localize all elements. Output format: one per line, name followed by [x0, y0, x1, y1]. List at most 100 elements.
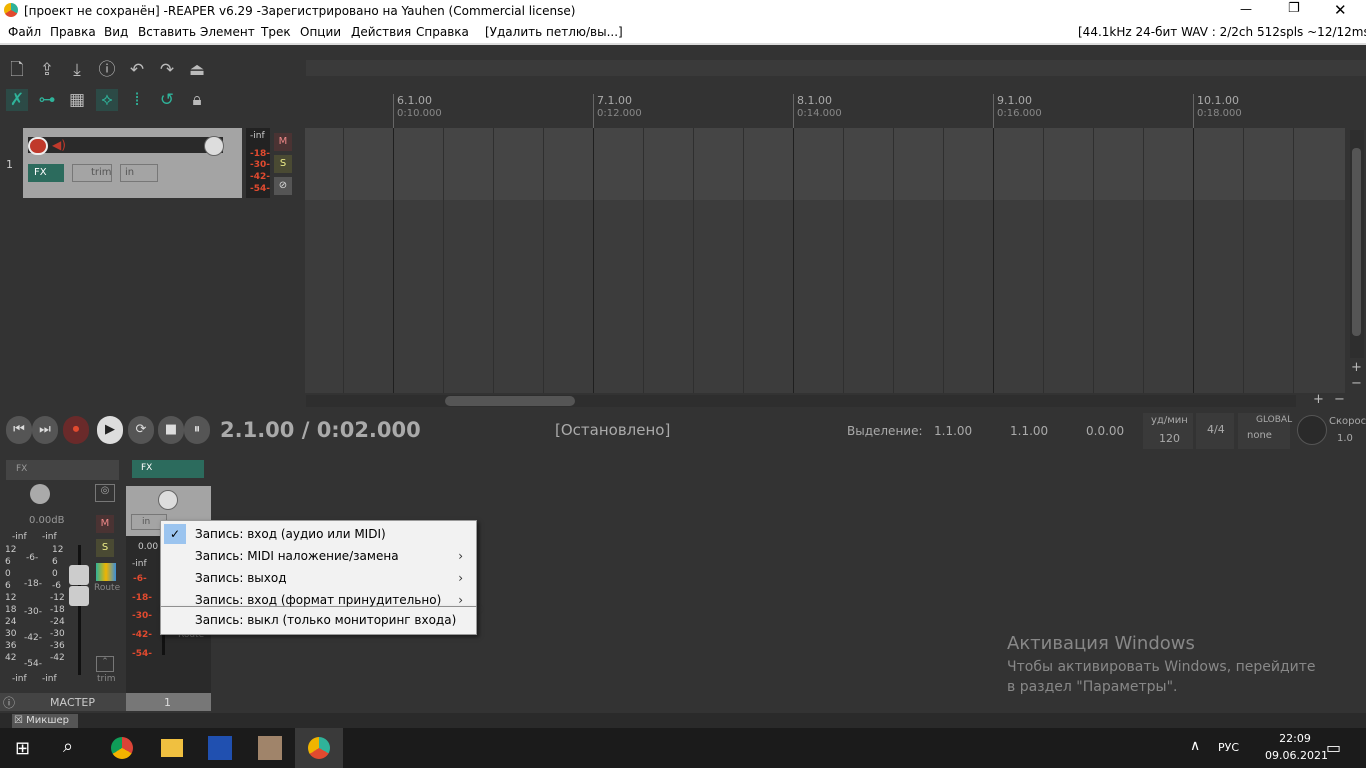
language-indicator[interactable]: РУС — [1218, 741, 1239, 754]
meter-mark: -30- — [132, 611, 152, 621]
master-mute-button[interactable]: M — [96, 515, 114, 533]
clock-time[interactable]: 22:09 — [1265, 732, 1325, 745]
menu-item-record-midi-overdub[interactable]: Запись: MIDI наложение/замена › — [162, 545, 475, 567]
menu-help[interactable]: Справка — [416, 25, 469, 39]
clock-date[interactable]: 09.06.2021 — [1265, 749, 1328, 762]
minimize-button[interactable]: — — [1240, 2, 1252, 16]
go-to-start-button[interactable]: ⏮ — [6, 416, 32, 444]
project-info-icon[interactable]: ⓘ — [96, 59, 118, 81]
master-pan-knob[interactable] — [30, 484, 50, 504]
redo-icon[interactable]: ↷ — [156, 59, 178, 81]
audio-status[interactable]: [44.1kHz 24-бит WAV : 2/2ch 512spls ~12/… — [1078, 25, 1366, 39]
close-button[interactable]: ✕ — [1334, 1, 1347, 19]
mixer-tab[interactable]: ☒ Микшер — [12, 714, 78, 728]
master-fader-handle[interactable] — [69, 565, 89, 585]
control-panel-icon[interactable] — [258, 736, 282, 760]
lock-icon[interactable]: 🔒︎ — [186, 89, 208, 111]
master-info-icon[interactable]: ⓘ — [3, 694, 15, 711]
tray-arrow-icon[interactable]: ∧ — [1190, 738, 1200, 754]
vertical-scroll-thumb[interactable] — [1352, 148, 1361, 336]
notifications-icon[interactable]: ▭ — [1326, 738, 1341, 757]
windows-start-icon[interactable]: ⊞ — [15, 738, 30, 759]
item-grouping-icon[interactable]: ⟡ — [96, 89, 118, 111]
master-volume[interactable]: 0.00dB — [29, 515, 64, 526]
menu-options[interactable]: Опции — [300, 25, 341, 39]
master-route-icon[interactable] — [96, 563, 116, 581]
ruler-time-label: 0:18.000 — [1197, 108, 1242, 119]
position-display[interactable]: 2.1.00 / 0:02.000 — [220, 418, 421, 442]
master-route-button[interactable]: Route — [94, 583, 120, 593]
menu-file[interactable]: Файл — [8, 25, 41, 39]
track-lane[interactable] — [305, 128, 1345, 200]
menu-item-record-output[interactable]: Запись: выход › — [162, 567, 475, 589]
meter-mark: -18- — [132, 593, 152, 603]
link-icon[interactable]: ⊶ — [36, 89, 58, 111]
track1-volume[interactable]: 0.00 — [138, 542, 158, 552]
save-app-icon[interactable] — [208, 736, 232, 760]
master-trim-button[interactable]: trim — [97, 674, 116, 684]
chrome-icon[interactable] — [111, 737, 133, 759]
track-solo-button[interactable]: S — [274, 155, 292, 173]
menu-insert[interactable]: Вставить — [138, 25, 196, 39]
file-explorer-icon[interactable] — [161, 739, 183, 757]
menu-item-record-input[interactable]: ✓ Запись: вход (аудио или MIDI) — [162, 523, 475, 545]
phase-invert-icon[interactable]: ⊘ — [274, 177, 292, 195]
menu-track[interactable]: Трек — [261, 25, 291, 39]
playrate-knob[interactable] — [1297, 415, 1327, 445]
bpm-value[interactable]: 120 — [1159, 432, 1180, 445]
maximize-button[interactable]: ❐ — [1288, 1, 1300, 16]
track-mute-button[interactable]: M — [274, 133, 292, 151]
horizontal-scroll-thumb[interactable] — [445, 396, 575, 406]
undo-icon[interactable]: ↶ — [126, 59, 148, 81]
track-fx-button[interactable]: FX — [28, 164, 64, 182]
zoom-in-vertical-icon[interactable]: + — [1351, 360, 1362, 375]
search-icon[interactable]: ⌕ — [63, 736, 73, 757]
ripple-edit-icon[interactable]: ✗ — [6, 89, 28, 111]
monitor-icon[interactable]: ◀) — [52, 138, 66, 152]
zoom-in-horizontal-icon[interactable]: + — [1313, 392, 1324, 407]
master-fader-handle-right[interactable] — [69, 586, 89, 606]
menu-view[interactable]: Вид — [104, 25, 128, 39]
close-tab-icon[interactable]: ☒ — [14, 715, 23, 726]
master-trim-icon[interactable]: ⌃ — [96, 656, 114, 672]
master-solo-button[interactable]: S — [96, 539, 114, 557]
new-project-icon[interactable]: 🗋 — [6, 59, 28, 81]
track1-pan-knob[interactable] — [158, 490, 178, 510]
menu-edit[interactable]: Правка — [50, 25, 96, 39]
menu-item[interactable]: Элемент — [200, 25, 255, 39]
master-fx-button[interactable]: FX — [16, 464, 27, 474]
save-project-icon[interactable]: ⤓ — [66, 59, 88, 81]
menu-actions[interactable]: Действия — [351, 25, 411, 39]
trim-button[interactable]: trim — [72, 164, 112, 182]
master-peak-left: -inf — [12, 532, 27, 542]
go-to-end-button[interactable]: ⏭ — [32, 416, 58, 444]
loop-icon[interactable]: ↺ — [156, 89, 178, 111]
marker-lane[interactable] — [306, 60, 1366, 76]
time-signature[interactable]: 4/4 — [1207, 423, 1225, 436]
playrate-value[interactable]: 1.0 — [1337, 433, 1353, 444]
input-select[interactable]: in — [120, 164, 158, 182]
global-value[interactable]: none — [1247, 430, 1272, 441]
stop-button[interactable]: ■ — [158, 416, 184, 444]
zoom-out-horizontal-icon[interactable]: − — [1334, 392, 1345, 407]
reaper-taskbar-button[interactable] — [295, 728, 343, 768]
record-arm-button[interactable] — [28, 137, 48, 155]
record-button[interactable]: ⏺ — [63, 416, 89, 444]
open-project-icon[interactable]: ⇪ — [36, 59, 58, 81]
snap-icon[interactable]: ⦙ — [126, 89, 148, 111]
selection-length[interactable]: 0.0.00 — [1086, 424, 1124, 438]
grid-icon[interactable]: ▦ — [66, 89, 88, 111]
pause-button[interactable]: ⏸ — [184, 416, 210, 444]
selection-end[interactable]: 1.1.00 — [1010, 424, 1048, 438]
selection-start[interactable]: 1.1.00 — [934, 424, 972, 438]
mono-stereo-icon[interactable]: ◎ — [95, 484, 115, 502]
metronome-icon[interactable]: ⏏ — [186, 59, 208, 81]
menu-item-record-disable[interactable]: Запись: выкл (только мониторинг входа) — [162, 609, 475, 631]
menu-remove-loop[interactable]: [Удалить петлю/вы...] — [485, 25, 623, 39]
global-label: GLOBAL — [1256, 415, 1293, 425]
play-button[interactable]: ▶ — [97, 416, 123, 444]
zoom-out-vertical-icon[interactable]: − — [1351, 376, 1362, 391]
volume-knob[interactable] — [204, 136, 224, 156]
repeat-button[interactable]: ⟳ — [128, 416, 154, 444]
track1-fx-button[interactable]: FX — [141, 463, 152, 473]
